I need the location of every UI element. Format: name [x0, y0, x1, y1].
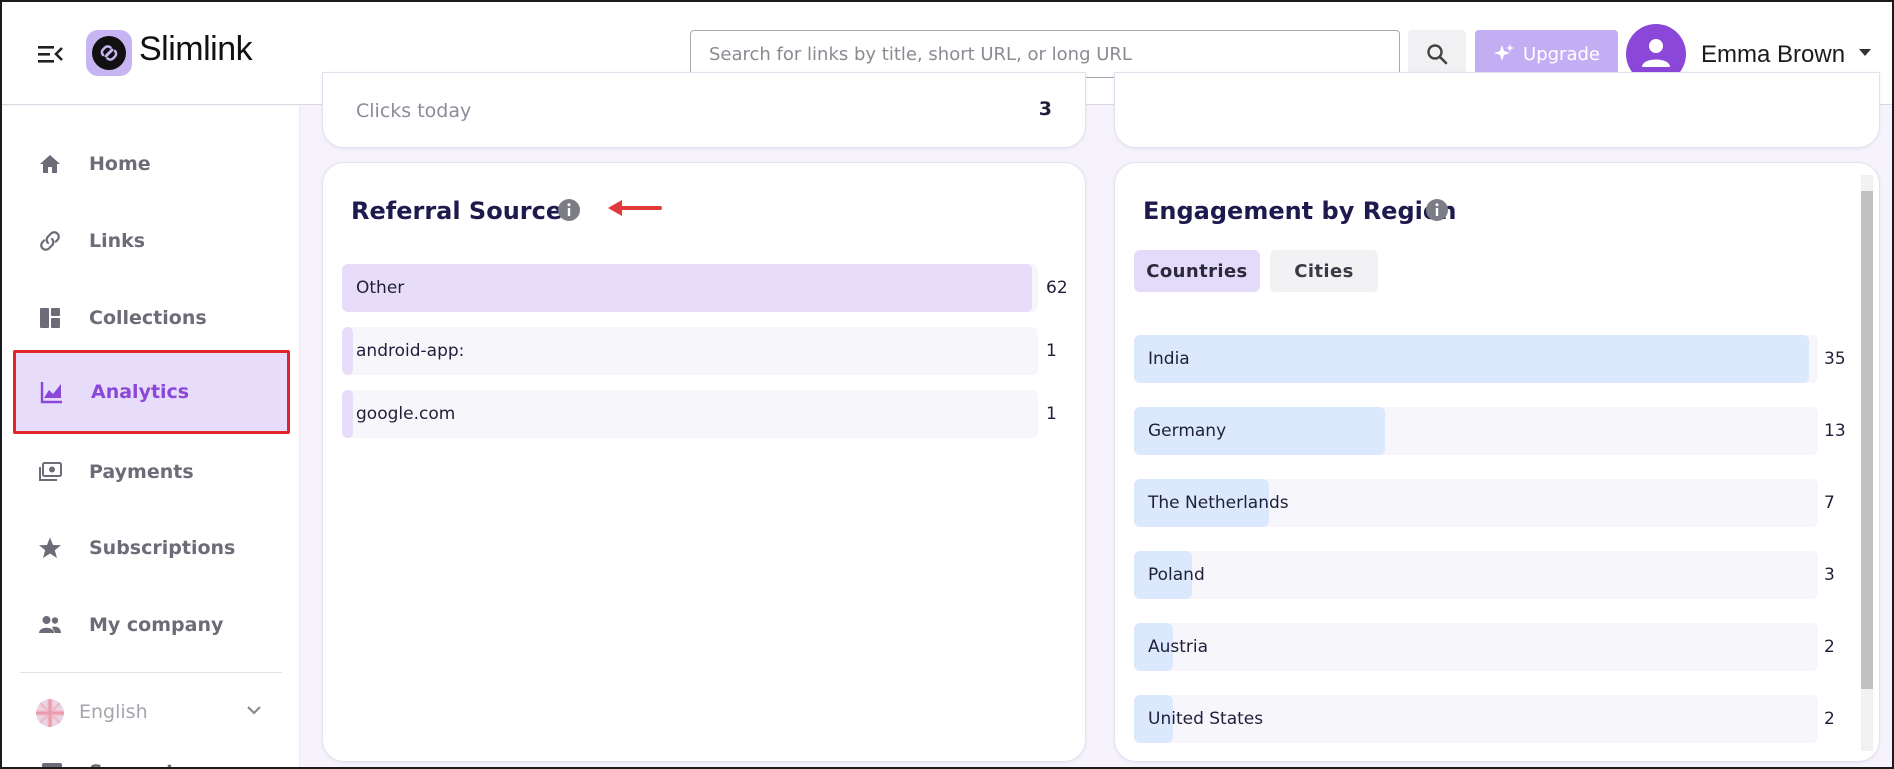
- bar-label: United States: [1148, 709, 1264, 729]
- bar-label: Germany: [1148, 421, 1227, 441]
- analytics-icon: [40, 382, 62, 404]
- tab-cities[interactable]: Cities: [1270, 250, 1378, 292]
- engagement-by-region-card: Engagement by Region Countries Cities In…: [1114, 162, 1880, 762]
- user-name[interactable]: Emma Brown: [1701, 41, 1845, 69]
- sidebar-item-subscriptions[interactable]: Subscriptions: [16, 516, 288, 580]
- sidebar-item-label: Subscriptions: [89, 537, 236, 559]
- annotation-arrow: [608, 200, 662, 216]
- bar-value: 2: [1824, 637, 1835, 657]
- sidebar-item-label: Payments: [89, 461, 194, 483]
- bar-row: Poland 3: [1134, 551, 1835, 599]
- sidebar-item-label: Links: [89, 230, 146, 252]
- bar-row: United States 2: [1134, 695, 1835, 743]
- referral-sources-card: Referral Sources Other 62 android-app: 1 goo…: [322, 162, 1086, 762]
- chevron-down-icon: [247, 706, 261, 715]
- sidebar: Home Links Collections Analytics Payment…: [2, 106, 300, 767]
- bar-label: India: [1148, 349, 1190, 369]
- bar-track: [1134, 551, 1818, 599]
- payments-icon: [39, 462, 62, 481]
- search-button[interactable]: [1408, 30, 1466, 78]
- tab-countries[interactable]: Countries: [1134, 250, 1260, 292]
- user-icon: [1642, 39, 1670, 67]
- bar-value: 13: [1824, 421, 1846, 441]
- bar-value: 2: [1824, 709, 1835, 729]
- language-label: English: [79, 701, 148, 723]
- bar-track: [1134, 623, 1818, 671]
- bar-row: Other 62: [342, 264, 1068, 312]
- sidebar-item-analytics[interactable]: Analytics: [13, 350, 290, 434]
- sidebar-item-home[interactable]: Home: [16, 132, 288, 196]
- app-logo-text: Slimlink: [139, 30, 253, 68]
- home-icon: [40, 155, 60, 173]
- referral-sources-title: Referral Sources: [351, 197, 577, 225]
- sidebar-item-links[interactable]: Links: [16, 209, 288, 273]
- bar-row: The Netherlands 7: [1134, 479, 1835, 527]
- clicks-today-label: Clicks today: [356, 100, 472, 122]
- search-icon: [1427, 44, 1448, 65]
- bar-value: 3: [1824, 565, 1835, 585]
- bar-fill: [1134, 335, 1809, 383]
- sidebar-item-my-company[interactable]: My company: [16, 593, 288, 657]
- bar-value: 1: [1046, 404, 1057, 424]
- bar-fill: [342, 327, 353, 375]
- bar-label: Other: [356, 278, 405, 298]
- logo-icon[interactable]: [86, 30, 132, 76]
- support-icon: [42, 763, 62, 767]
- search-input[interactable]: [690, 30, 1400, 78]
- bar-label: Austria: [1148, 637, 1209, 657]
- menu-collapse-icon[interactable]: [36, 42, 64, 66]
- language-selector[interactable]: English: [20, 691, 282, 731]
- uk-flag-icon: [36, 699, 64, 727]
- bar-label: google.com: [356, 404, 456, 424]
- sidebar-item-collections[interactable]: Collections: [16, 286, 288, 350]
- info-icon[interactable]: [1425, 198, 1449, 222]
- company-icon: [39, 616, 61, 633]
- sidebar-item-label: Support: [89, 761, 175, 767]
- bar-row: google.com 1: [342, 390, 1057, 438]
- engagement-region-title: Engagement by Region: [1143, 197, 1457, 225]
- clicks-stats-card: Clicks today 3: [322, 72, 1086, 148]
- bar-row: India 35: [1134, 335, 1846, 383]
- link-icon: [40, 231, 60, 251]
- caret-down-icon[interactable]: [1857, 48, 1873, 58]
- scrollbar[interactable]: [1861, 175, 1873, 751]
- upgrade-button[interactable]: Upgrade: [1475, 30, 1618, 78]
- sidebar-item-label: Home: [89, 153, 151, 175]
- star-icon: [39, 537, 61, 558]
- bar-value: 35: [1824, 349, 1846, 369]
- app-window: Slimlink Upgrade Emma Brown: [0, 0, 1894, 769]
- bar-row: android-app: 1: [342, 327, 1057, 375]
- sidebar-divider: [20, 672, 282, 673]
- sidebar-item-label: My company: [89, 614, 224, 636]
- clicks-today-value: 3: [1038, 98, 1052, 120]
- upgrade-label: Upgrade: [1523, 43, 1600, 65]
- sidebar-item-payments[interactable]: Payments: [16, 440, 288, 504]
- bar-label: Poland: [1148, 565, 1205, 585]
- bar-label: android-app:: [356, 341, 465, 361]
- bar-row: Germany 13: [1134, 407, 1846, 455]
- bar-fill: [342, 390, 353, 438]
- stats-card-right: [1114, 72, 1880, 148]
- bar-value: 62: [1046, 278, 1068, 298]
- bar-fill: [342, 264, 1032, 312]
- bar-label: The Netherlands: [1148, 493, 1289, 513]
- info-icon[interactable]: [557, 198, 581, 222]
- sidebar-item-label: Collections: [89, 307, 207, 329]
- sparkle-icon: [1494, 44, 1515, 61]
- sidebar-item-label: Analytics: [91, 381, 190, 403]
- bar-value: 1: [1046, 341, 1057, 361]
- scrollbar-thumb[interactable]: [1861, 191, 1873, 689]
- collections-icon: [40, 308, 60, 328]
- bar-value: 7: [1824, 493, 1835, 513]
- sidebar-item-support[interactable]: Support: [20, 751, 282, 767]
- bar-row: Austria 2: [1134, 623, 1835, 671]
